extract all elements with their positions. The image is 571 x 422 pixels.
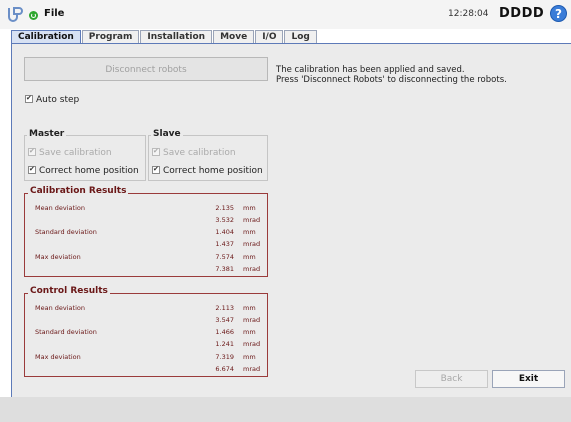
table-row: Mean deviation 2.113 mm	[25, 302, 267, 314]
row-value: 7.574	[215, 253, 234, 261]
row-value: 1.437	[215, 240, 234, 248]
row-unit: mm	[243, 353, 256, 361]
universal-robots-logo-icon	[8, 7, 23, 22]
row-unit: mm	[243, 204, 256, 212]
status-message-line2: Press 'Disconnect Robots' to disconnecti…	[276, 75, 507, 85]
status-running-icon	[29, 11, 38, 20]
status-bar	[0, 397, 571, 422]
row-label: Standard deviation	[35, 228, 97, 236]
row-value: 7.319	[215, 353, 234, 361]
table-row: 1.241 mrad	[25, 338, 267, 350]
row-value: 2.135	[215, 204, 234, 212]
slave-correct-home-checkbox[interactable]: Correct home position	[152, 165, 263, 176]
slave-group: Slave Save calibration Correct home posi…	[148, 129, 268, 181]
row-unit: mrad	[243, 265, 261, 273]
row-unit: mm	[243, 228, 256, 236]
control-results-box: Control Results Mean deviation 2.113 mm 3.…	[24, 286, 268, 377]
row-label: Mean deviation	[35, 204, 85, 212]
slave-save-calibration-label: Save calibration	[163, 148, 236, 158]
calibration-results-box: Calibration Results Mean deviation 2.135 m…	[24, 186, 268, 277]
slave-save-calibration-checkbox[interactable]: Save calibration	[152, 147, 236, 158]
calibration-results-title: Calibration Results	[28, 186, 129, 196]
tab-bar: Calibration Program Installation Move I/…	[11, 30, 318, 44]
row-label: Mean deviation	[35, 304, 85, 312]
help-icon[interactable]: ?	[550, 5, 567, 22]
control-results-title: Control Results	[28, 286, 110, 296]
checkbox-icon	[152, 165, 160, 174]
table-row: Mean deviation 2.135 mm	[25, 202, 267, 214]
tab-installation[interactable]: Installation	[140, 30, 213, 44]
row-unit: mrad	[243, 365, 261, 373]
row-value: 7.381	[215, 265, 234, 273]
auto-step-checkbox[interactable]: Auto step	[25, 94, 80, 105]
master-save-calibration-checkbox[interactable]: Save calibration	[28, 147, 112, 158]
table-row: 1.437 mrad	[25, 238, 267, 250]
table-row: 6.674 mrad	[25, 363, 267, 375]
table-row: 3.547 mrad	[25, 314, 267, 326]
tab-calibration[interactable]: Calibration	[11, 30, 81, 44]
row-value: 6.674	[215, 365, 234, 373]
status-message: The calibration has been applied and sav…	[276, 65, 507, 85]
master-group: Master Save calibration Correct home pos…	[24, 129, 146, 181]
checkbox-icon	[28, 165, 36, 174]
table-row: Max deviation 7.574 mm	[25, 251, 267, 263]
row-label: Max deviation	[35, 353, 81, 361]
master-correct-home-label: Correct home position	[39, 166, 139, 176]
checkbox-icon	[152, 147, 160, 156]
row-unit: mrad	[243, 340, 261, 348]
file-menu[interactable]: File	[44, 8, 64, 19]
clock: 12:28:04	[448, 9, 489, 19]
table-row: 3.532 mrad	[25, 214, 267, 226]
row-unit: mrad	[243, 316, 261, 324]
back-button[interactable]: Back	[415, 370, 488, 388]
disconnect-robots-button[interactable]: Disconnect robots	[24, 57, 268, 81]
row-unit: mm	[243, 253, 256, 261]
table-row: Standard deviation 1.466 mm	[25, 326, 267, 338]
table-row: Standard deviation 1.404 mm	[25, 226, 267, 238]
row-unit: mrad	[243, 240, 261, 248]
exit-button[interactable]: Exit	[492, 370, 565, 388]
row-value: 1.466	[215, 328, 234, 336]
checkbox-icon	[25, 94, 33, 103]
row-value: 3.532	[215, 216, 234, 224]
auto-step-label: Auto step	[36, 95, 80, 105]
row-unit: mrad	[243, 216, 261, 224]
row-value: 3.547	[215, 316, 234, 324]
tab-move[interactable]: Move	[213, 30, 255, 44]
row-value: 1.404	[215, 228, 234, 236]
tab-log[interactable]: Log	[284, 30, 317, 44]
master-title: Master	[27, 129, 67, 139]
slave-title: Slave	[151, 129, 183, 139]
row-value: 2.113	[215, 304, 234, 312]
top-bar: File 12:28:04 DDDD ?	[0, 0, 571, 29]
row-unit: mm	[243, 304, 256, 312]
tab-io[interactable]: I/O	[255, 30, 284, 44]
master-save-calibration-label: Save calibration	[39, 148, 112, 158]
status-message-line1: The calibration has been applied and sav…	[276, 65, 465, 75]
table-row: Max deviation 7.319 mm	[25, 351, 267, 363]
tab-program[interactable]: Program	[81, 30, 140, 44]
row-label: Max deviation	[35, 253, 81, 261]
row-label: Standard deviation	[35, 328, 97, 336]
slave-correct-home-label: Correct home position	[163, 166, 263, 176]
robot-name: DDDD	[499, 6, 545, 21]
master-correct-home-checkbox[interactable]: Correct home position	[28, 165, 139, 176]
table-row: 7.381 mrad	[25, 263, 267, 275]
checkbox-icon	[28, 147, 36, 156]
row-value: 1.241	[215, 340, 234, 348]
row-unit: mm	[243, 328, 256, 336]
